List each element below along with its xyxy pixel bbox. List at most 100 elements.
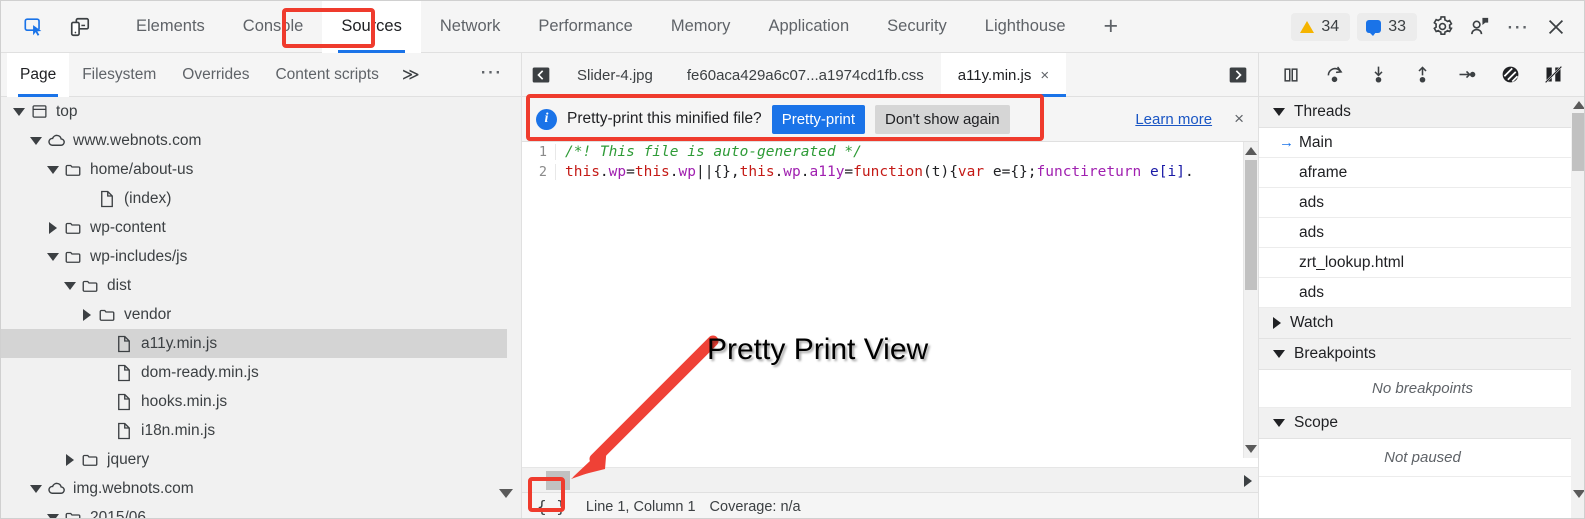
previous-tab-icon[interactable]: [522, 53, 560, 96]
page-file-tree[interactable]: top www.webnots.com home/about-us (index) wp…: [1, 97, 521, 518]
editor-tab-css-file[interactable]: fe60aca429a6c07...a1974cd1fb.css: [670, 53, 941, 97]
scroll-right-icon[interactable]: [1244, 475, 1252, 487]
tree-item-vendor[interactable]: vendor: [1, 300, 521, 329]
step-into-icon[interactable]: [1363, 59, 1395, 91]
sidebar-section-breakpoints[interactable]: Breakpoints: [1259, 339, 1584, 370]
code-viewer[interactable]: 1 /*! This file is auto-generated */ 2 this…: [522, 142, 1258, 458]
pretty-print-infobar: i Pretty-print this minified file? Prett…: [522, 97, 1258, 142]
editor-vertical-scrollbar[interactable]: [1243, 142, 1258, 458]
panel-tab-lighthouse[interactable]: Lighthouse: [966, 1, 1085, 53]
code-token: e={};: [984, 164, 1037, 180]
tree-scroll-down-icon[interactable]: [499, 489, 513, 498]
step-out-icon[interactable]: [1406, 59, 1438, 91]
expand-twisty-open-icon[interactable]: [45, 249, 60, 264]
expand-twisty-open-icon[interactable]: [28, 133, 43, 148]
message-counter[interactable]: 33: [1357, 12, 1417, 41]
folder-icon: [80, 451, 100, 469]
cursor-position-label: Line 1, Column 1: [585, 498, 696, 515]
close-icon[interactable]: [1538, 9, 1574, 45]
tree-item-hooks-min-js[interactable]: hooks.min.js: [1, 387, 521, 416]
tree-item-home-about-us[interactable]: home/about-us: [1, 155, 521, 184]
panel-tab-security[interactable]: Security: [868, 1, 966, 53]
tree-item--index-[interactable]: (index): [1, 184, 521, 213]
device-toolbar-icon[interactable]: [61, 10, 99, 44]
more-options-icon[interactable]: ⋯: [1500, 9, 1536, 45]
expand-twisty-closed-icon[interactable]: [79, 307, 94, 322]
expand-twisty-open-icon[interactable]: [11, 104, 26, 119]
tree-item-wp-includes-js[interactable]: wp-includes/js: [1, 242, 521, 271]
learn-more-link[interactable]: Learn more: [1135, 111, 1212, 128]
nav-overflow-icon[interactable]: ≫: [392, 65, 430, 85]
editor-tab-slider-jpg[interactable]: Slider-4.jpg: [560, 53, 670, 97]
thread-row[interactable]: ads: [1259, 188, 1584, 218]
pause-on-exceptions-icon[interactable]: [1538, 59, 1570, 91]
expand-twisty-open-icon[interactable]: [45, 162, 60, 177]
deactivate-breakpoints-icon[interactable]: [1494, 59, 1526, 91]
thread-row[interactable]: → Main: [1259, 128, 1584, 158]
tree-item-img-webnots-com[interactable]: img.webnots.com: [1, 474, 521, 503]
panel-tab-console[interactable]: Console: [224, 1, 323, 53]
dont-show-again-button[interactable]: Don't show again: [875, 104, 1010, 134]
scroll-up-icon[interactable]: [1573, 101, 1584, 109]
inspect-element-icon[interactable]: [15, 10, 53, 44]
tree-scrollbar[interactable]: [507, 97, 521, 518]
scrollbar-thumb[interactable]: [1245, 160, 1257, 290]
nav-tab-filesystem[interactable]: Filesystem: [69, 53, 169, 97]
panel-tab-performance[interactable]: Performance: [519, 1, 651, 53]
panel-tab-application[interactable]: Application: [749, 1, 868, 53]
tree-item-i18n-min-js[interactable]: i18n.min.js: [1, 416, 521, 445]
tree-item-a11y-min-js[interactable]: a11y.min.js: [1, 329, 521, 358]
pause-script-icon[interactable]: [1275, 59, 1307, 91]
scrollbar-thumb[interactable]: [1572, 113, 1584, 171]
panel-tab-network[interactable]: Network: [421, 1, 520, 53]
scroll-down-icon[interactable]: [1573, 490, 1584, 498]
step-over-icon[interactable]: [1319, 59, 1351, 91]
editor-tab-a11y-min-js[interactable]: a11y.min.js ×: [940, 53, 1067, 97]
expand-twisty-open-icon[interactable]: [62, 278, 77, 293]
expand-twisty-closed-icon[interactable]: [62, 452, 77, 467]
thread-row[interactable]: aframe: [1259, 158, 1584, 188]
thread-row[interactable]: zrt_lookup.html: [1259, 248, 1584, 278]
expand-twisty-open-icon[interactable]: [45, 510, 60, 518]
navigator-more-options-icon[interactable]: ⋯: [480, 60, 522, 84]
tree-item-top[interactable]: top: [1, 97, 521, 126]
editor-horizontal-scrollbar[interactable]: [522, 467, 1258, 492]
pretty-print-toggle-button[interactable]: { }: [531, 496, 572, 517]
tree-item-www-webnots-com[interactable]: www.webnots.com: [1, 126, 521, 155]
nav-tab-page[interactable]: Page: [7, 52, 70, 97]
pretty-print-button[interactable]: Pretty-print: [771, 104, 866, 134]
tree-item-dom-ready-min-js[interactable]: dom-ready.min.js: [1, 358, 521, 387]
expand-twisty-open-icon[interactable]: [28, 481, 43, 496]
nav-tab-overrides[interactable]: Overrides: [169, 53, 262, 97]
scrollbar-thumb[interactable]: [546, 471, 570, 490]
devices-cluster-icon[interactable]: [1462, 9, 1498, 45]
tree-item-jquery[interactable]: jquery: [1, 445, 521, 474]
sidebar-section-watch[interactable]: Watch: [1259, 308, 1584, 339]
step-icon[interactable]: [1450, 59, 1482, 91]
expand-twisty-closed-icon[interactable]: [45, 220, 60, 235]
sidebar-section-threads[interactable]: Threads: [1259, 97, 1584, 128]
thread-row[interactable]: ads: [1259, 218, 1584, 248]
panel-tab-memory[interactable]: Memory: [652, 1, 750, 53]
sidebar-scrollbar[interactable]: [1571, 97, 1584, 518]
sidebar-section-scope[interactable]: Scope: [1259, 408, 1584, 439]
infobar-close-icon[interactable]: ×: [1222, 109, 1244, 129]
message-bubble-icon: [1366, 20, 1382, 36]
tree-item-wp-content[interactable]: wp-content: [1, 213, 521, 242]
scroll-up-icon[interactable]: [1245, 147, 1257, 155]
editor-tab-close-icon[interactable]: ×: [1040, 67, 1049, 84]
tree-item-2015-06[interactable]: 2015/06: [1, 503, 521, 518]
panel-tab-sources[interactable]: Sources: [322, 1, 421, 53]
nav-tab-content-scripts[interactable]: Content scripts: [262, 53, 391, 97]
gear-icon[interactable]: [1424, 9, 1460, 45]
warning-counter[interactable]: 34: [1291, 12, 1351, 41]
tree-item-dist[interactable]: dist: [1, 271, 521, 300]
add-panel-button[interactable]: +: [1085, 1, 1138, 53]
code-line[interactable]: 1 /*! This file is auto-generated */: [522, 142, 1258, 162]
panel-tab-label: Application: [768, 17, 850, 35]
panel-tab-elements[interactable]: Elements: [117, 1, 224, 53]
thread-row[interactable]: ads: [1259, 278, 1584, 308]
code-line[interactable]: 2 this.wp=this.wp||{},this.wp.a11y=functi…: [522, 162, 1258, 182]
show-navigator-icon[interactable]: [1218, 53, 1258, 96]
scroll-down-icon[interactable]: [1245, 445, 1257, 453]
